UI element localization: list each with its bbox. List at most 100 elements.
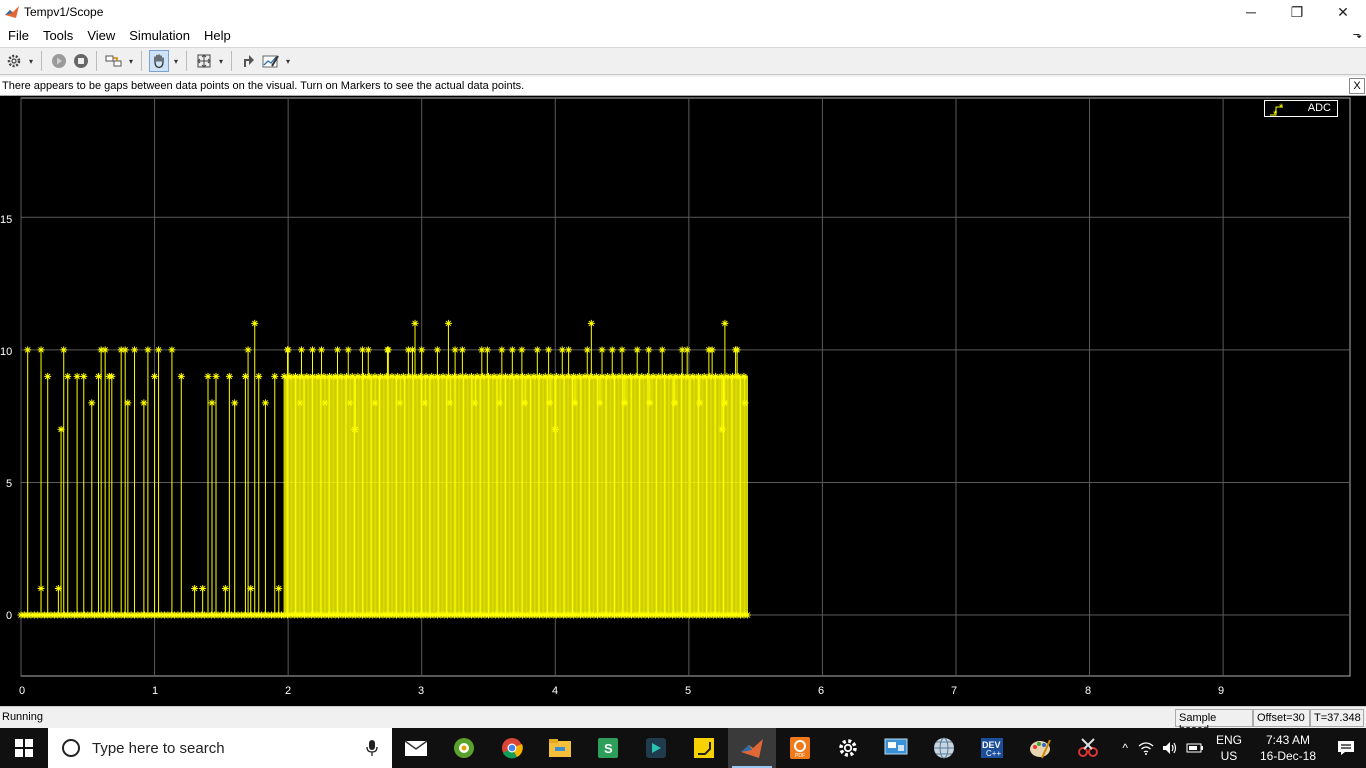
dock-icon[interactable]: ⬎ xyxy=(1353,28,1362,41)
matlab-icon[interactable] xyxy=(728,728,776,768)
close-button[interactable]: ✕ xyxy=(1320,0,1366,24)
microphone-icon[interactable] xyxy=(366,739,378,757)
x-tick-label: 8 xyxy=(1085,685,1092,697)
minimize-button[interactable]: ─ xyxy=(1228,0,1274,24)
data-point-marker xyxy=(533,346,541,354)
data-point-marker xyxy=(121,346,129,354)
remote-desktop-icon[interactable] xyxy=(872,728,920,768)
data-point-marker xyxy=(88,399,96,407)
clock[interactable]: 7:43 AM 16-Dec-18 xyxy=(1260,732,1316,764)
data-point-marker xyxy=(204,372,212,380)
pan-hand-icon[interactable] xyxy=(149,50,169,72)
data-point-marker xyxy=(518,346,526,354)
explorer-icon[interactable] xyxy=(536,728,584,768)
zoom-fit-icon[interactable] xyxy=(194,50,214,72)
volume-icon[interactable] xyxy=(1162,741,1178,755)
x-tick-label: 4 xyxy=(552,685,559,697)
network-globe-icon[interactable] xyxy=(920,728,968,768)
data-point-marker xyxy=(151,372,159,380)
data-point-marker xyxy=(318,346,326,354)
signal-selector-icon[interactable] xyxy=(104,50,124,72)
data-point-marker xyxy=(587,319,595,327)
gear-dropdown-arrow[interactable]: ▾ xyxy=(26,50,36,72)
pan-dropdown-arrow[interactable]: ▾ xyxy=(171,50,181,72)
x-tick-label: 3 xyxy=(418,685,425,697)
offset-indicator: Offset=30 xyxy=(1253,709,1310,727)
notifications-icon[interactable] xyxy=(1326,728,1366,768)
data-point-marker xyxy=(418,346,426,354)
data-point-marker xyxy=(261,399,269,407)
data-point-marker xyxy=(255,372,263,380)
taskbar-search-box[interactable]: Type here to search xyxy=(48,728,392,768)
svg-text:PDF: PDF xyxy=(795,753,805,759)
data-point-marker xyxy=(251,319,259,327)
battery-icon[interactable] xyxy=(1186,742,1204,754)
info-close-button[interactable]: X xyxy=(1349,78,1365,94)
toolbar-separator xyxy=(141,51,142,71)
svg-text:S: S xyxy=(604,741,613,756)
x-tick-label: 9 xyxy=(1218,685,1225,697)
toolbar-separator xyxy=(231,51,232,71)
data-point-marker xyxy=(411,319,419,327)
wifi-icon[interactable] xyxy=(1138,741,1154,755)
data-point-marker xyxy=(618,346,626,354)
pdf-app-icon[interactable]: PDF xyxy=(776,728,824,768)
run-icon[interactable] xyxy=(49,50,69,72)
y-tick-label: 10 xyxy=(0,346,13,358)
data-point-marker xyxy=(275,585,283,593)
chevron-up-icon[interactable]: ^ xyxy=(1122,741,1128,755)
data-point-marker xyxy=(433,346,441,354)
menu-tools[interactable]: Tools xyxy=(36,28,80,43)
menu-help[interactable]: Help xyxy=(197,28,238,43)
restore-button[interactable]: ❐ xyxy=(1274,0,1320,24)
legend[interactable]: * * ADC xyxy=(1264,100,1338,118)
menu-view[interactable]: View xyxy=(80,28,122,43)
highlight-block-icon[interactable] xyxy=(239,50,259,72)
stop-icon[interactable] xyxy=(71,50,91,72)
paint-icon[interactable] xyxy=(1016,728,1064,768)
data-point-marker xyxy=(743,611,751,619)
data-point-marker xyxy=(144,346,152,354)
data-point-marker xyxy=(140,399,148,407)
search-placeholder: Type here to search xyxy=(92,739,225,757)
mail-icon[interactable] xyxy=(392,728,440,768)
menu-simulation[interactable]: Simulation xyxy=(122,28,197,43)
signal-selector-dropdown-arrow[interactable]: ▾ xyxy=(126,50,136,72)
y-tick-label: 5 xyxy=(6,478,13,490)
info-bar: There appears to be gaps between data po… xyxy=(0,77,1366,96)
zoom-dropdown-arrow[interactable]: ▾ xyxy=(216,50,226,72)
window-title: Tempv1/Scope xyxy=(24,5,104,19)
data-point-marker xyxy=(451,346,459,354)
menu-file[interactable]: File xyxy=(0,28,36,43)
data-point-marker xyxy=(24,346,32,354)
file-manager-icon[interactable] xyxy=(440,728,488,768)
data-point-marker xyxy=(545,346,553,354)
gear-icon[interactable] xyxy=(4,50,24,72)
snipping-icon[interactable] xyxy=(1064,728,1112,768)
scope-plot[interactable] xyxy=(0,96,1366,706)
sticky-notes-icon[interactable] xyxy=(680,728,728,768)
clock-date: 16-Dec-18 xyxy=(1259,749,1316,763)
toolbar-separator xyxy=(41,51,42,71)
scope-plot-area[interactable]: 0 5 10 15 0 1 2 3 4 5 6 7 8 9 xyxy=(0,96,1366,706)
y-tick-label: 0 xyxy=(6,610,13,622)
chrome-icon[interactable] xyxy=(488,728,536,768)
data-point-marker xyxy=(60,346,68,354)
settings-icon[interactable] xyxy=(824,728,872,768)
data-point-marker xyxy=(37,346,45,354)
sheets-icon[interactable]: S xyxy=(584,728,632,768)
data-cursor-dropdown-arrow[interactable]: ▾ xyxy=(283,50,293,72)
windows-start-icon[interactable] xyxy=(0,728,48,768)
data-cursor-icon[interactable] xyxy=(261,50,281,72)
data-point-marker xyxy=(404,346,412,354)
data-point-marker xyxy=(208,399,216,407)
region-code: US xyxy=(1220,749,1238,763)
x-tick-label: 6 xyxy=(818,685,825,697)
data-point-marker xyxy=(101,346,109,354)
status-bar: Running Sample based Offset=30 T=37.348 xyxy=(0,706,1366,736)
film-editor-icon[interactable] xyxy=(632,728,680,768)
data-point-marker xyxy=(73,372,81,380)
language-indicator[interactable]: ENG US xyxy=(1216,732,1242,764)
data-point-marker xyxy=(168,346,176,354)
devcpp-icon[interactable]: DEV C++ xyxy=(968,728,1016,768)
